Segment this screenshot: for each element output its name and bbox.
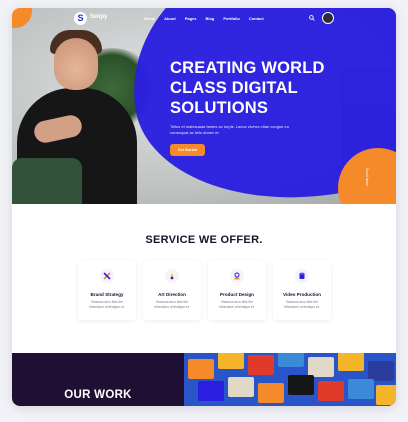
service-name: Art Direction	[158, 292, 186, 297]
service-description: Vivamus arcu felis the bibendum ut trist…	[284, 300, 320, 309]
nav-item-contact[interactable]: Contact	[249, 16, 264, 21]
our-work-artwork-image	[184, 353, 396, 406]
service-card[interactable]: Product Design Vivamus arcu felis the bi…	[208, 260, 266, 320]
hero-photo-person-head	[54, 38, 98, 90]
website-preview-card: S Swipy Home About Pages Blog Portfolio …	[12, 8, 396, 406]
nav-item-blog[interactable]: Blog	[205, 16, 214, 21]
artwork-cube	[368, 361, 394, 381]
video-production-icon	[295, 269, 309, 283]
hero-title: CREATING WORLD CLASS DIGITAL SOLUTIONS	[170, 59, 325, 117]
brand-strategy-icon	[100, 269, 114, 283]
nav-item-home[interactable]: Home	[144, 16, 155, 21]
artwork-cube	[258, 383, 284, 403]
service-name: Product Design	[220, 292, 254, 297]
artwork-cube	[218, 353, 244, 369]
service-description: Vivamus arcu felis the bibendum ut trist…	[89, 300, 125, 309]
avatar[interactable]	[322, 12, 334, 24]
top-navigation: S Swipy Home About Pages Blog Portfolio …	[12, 8, 396, 30]
nav-item-pages[interactable]: Pages	[185, 16, 197, 21]
hero-section: S Swipy Home About Pages Blog Portfolio …	[12, 8, 396, 204]
service-card[interactable]: Video Production Vivamus arcu felis the …	[273, 260, 331, 320]
service-name: Video Production	[283, 292, 321, 297]
artwork-cube	[376, 385, 396, 405]
get-started-button[interactable]: Get Started	[170, 144, 205, 156]
logo-icon[interactable]: S	[74, 12, 87, 25]
artwork-cube	[228, 377, 254, 397]
artwork-cube	[198, 381, 224, 401]
service-description: Vivamus arcu felis the bibendum ut trist…	[154, 300, 190, 309]
nav-item-about[interactable]: About	[164, 16, 176, 21]
artwork-cube	[248, 355, 274, 375]
service-name: Brand Strategy	[90, 292, 124, 297]
artwork-cube	[338, 353, 364, 371]
scroll-down-label[interactable]: Scroll down	[365, 168, 369, 186]
artwork-cube	[278, 353, 304, 367]
artwork-cube	[308, 357, 334, 377]
artwork-cube	[188, 359, 214, 379]
art-direction-icon	[165, 269, 179, 283]
service-card[interactable]: Brand Strategy Vivamus arcu felis the bi…	[78, 260, 136, 320]
product-design-icon	[230, 269, 244, 283]
hero-description: Tellus et malesuada fames ac turpis. Lac…	[170, 124, 289, 135]
logo-text[interactable]: Swipy	[90, 14, 107, 20]
nav-menu: Home About Pages Blog Portfolio Contact	[144, 16, 264, 21]
our-work-section: OUR WORK	[12, 353, 184, 406]
service-description: Vivamus arcu felis the bibendum ut trist…	[219, 300, 255, 309]
artwork-cube	[288, 375, 314, 395]
services-title: SERVICE WE OFFER.	[145, 234, 263, 246]
service-card[interactable]: Art Direction Vivamus arcu felis the bib…	[143, 260, 201, 320]
hero-photo-chair	[12, 158, 82, 204]
artwork-cube	[318, 381, 344, 401]
search-icon[interactable]	[309, 15, 315, 21]
artwork-cube	[348, 379, 374, 399]
our-work-title: OUR WORK	[64, 389, 132, 401]
nav-item-portfolio[interactable]: Portfolio	[223, 16, 239, 21]
